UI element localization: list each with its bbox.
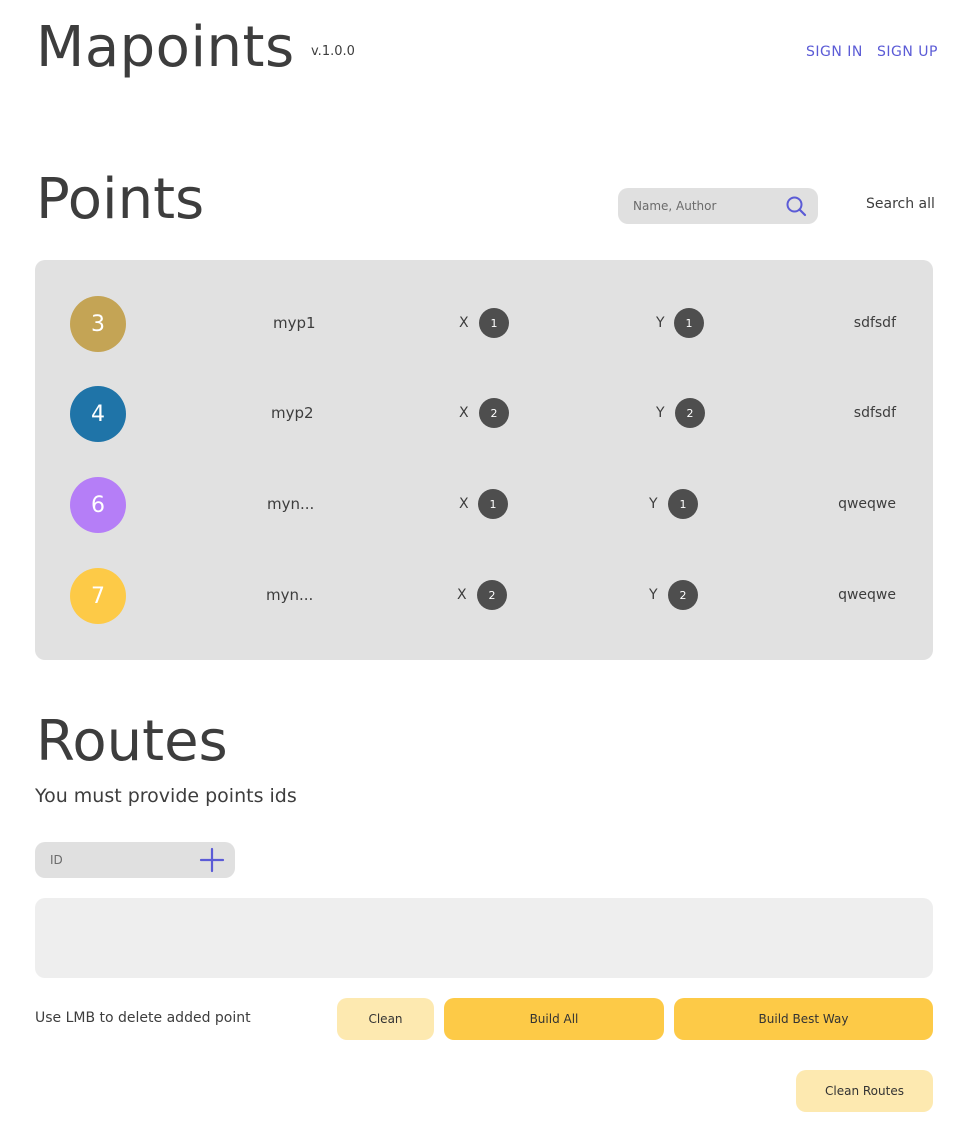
point-id-badge: 4 (70, 386, 126, 442)
point-author: qweqwe (838, 587, 896, 603)
point-id-badge: 6 (70, 477, 126, 533)
clean-routes-button[interactable]: Clean Routes (796, 1070, 933, 1112)
point-y-label: Y (656, 315, 665, 331)
point-y-label: Y (649, 587, 658, 603)
point-name: myp2 (271, 404, 314, 422)
points-title: Points (36, 167, 205, 232)
point-x-value: 2 (477, 580, 507, 610)
point-y-value: 2 (675, 398, 705, 428)
point-author: sdfsdf (853, 405, 896, 421)
point-x-label: X (459, 405, 469, 421)
sign-up-link[interactable]: SIGN UP (877, 44, 938, 60)
point-y-label: Y (649, 496, 658, 512)
point-x-value: 1 (478, 489, 508, 519)
point-row[interactable]: 4 myp2 X 2 Y 2 sdfsdf (35, 386, 933, 442)
clean-button[interactable]: Clean (337, 998, 434, 1040)
id-field (35, 842, 235, 878)
point-author: qweqwe (838, 496, 896, 512)
point-y-value: 1 (668, 489, 698, 519)
search-field (618, 188, 818, 224)
point-y-label: Y (656, 405, 665, 421)
point-row[interactable]: 6 myn... X 1 Y 1 qweqwe (35, 477, 933, 533)
search-icon[interactable] (784, 194, 808, 218)
point-id-badge: 3 (70, 296, 126, 352)
point-author: sdfsdf (853, 315, 896, 331)
point-name: myn... (266, 586, 314, 604)
point-name: myp1 (273, 314, 316, 332)
routes-subtitle: You must provide points ids (35, 785, 297, 807)
point-x-label: X (459, 496, 469, 512)
point-x-value: 2 (479, 398, 509, 428)
point-name: myn... (267, 495, 315, 513)
id-input[interactable] (50, 853, 199, 867)
point-y-value: 2 (668, 580, 698, 610)
routes-title: Routes (36, 709, 228, 774)
point-row[interactable]: 3 myp1 X 1 Y 1 sdfsdf (35, 296, 933, 352)
point-x-value: 1 (479, 308, 509, 338)
point-x-label: X (459, 315, 469, 331)
points-list: 3 myp1 X 1 Y 1 sdfsdf 4 myp2 X 2 Y 2 sdf… (35, 260, 933, 660)
search-input[interactable] (633, 199, 784, 213)
point-x-label: X (457, 587, 467, 603)
point-row[interactable]: 7 myn... X 2 Y 2 qweqwe (35, 568, 933, 624)
search-all-link[interactable]: Search all (866, 196, 935, 212)
route-points-area[interactable] (35, 898, 933, 978)
app-logo: Mapoints (36, 15, 295, 80)
app-version: v.1.0.0 (311, 44, 355, 59)
build-best-way-button[interactable]: Build Best Way (674, 998, 933, 1040)
sign-in-link[interactable]: SIGN IN (806, 44, 863, 60)
point-id-badge: 7 (70, 568, 126, 624)
delete-hint: Use LMB to delete added point (35, 1010, 251, 1026)
point-y-value: 1 (674, 308, 704, 338)
plus-icon[interactable] (199, 847, 225, 873)
build-all-button[interactable]: Build All (444, 998, 664, 1040)
